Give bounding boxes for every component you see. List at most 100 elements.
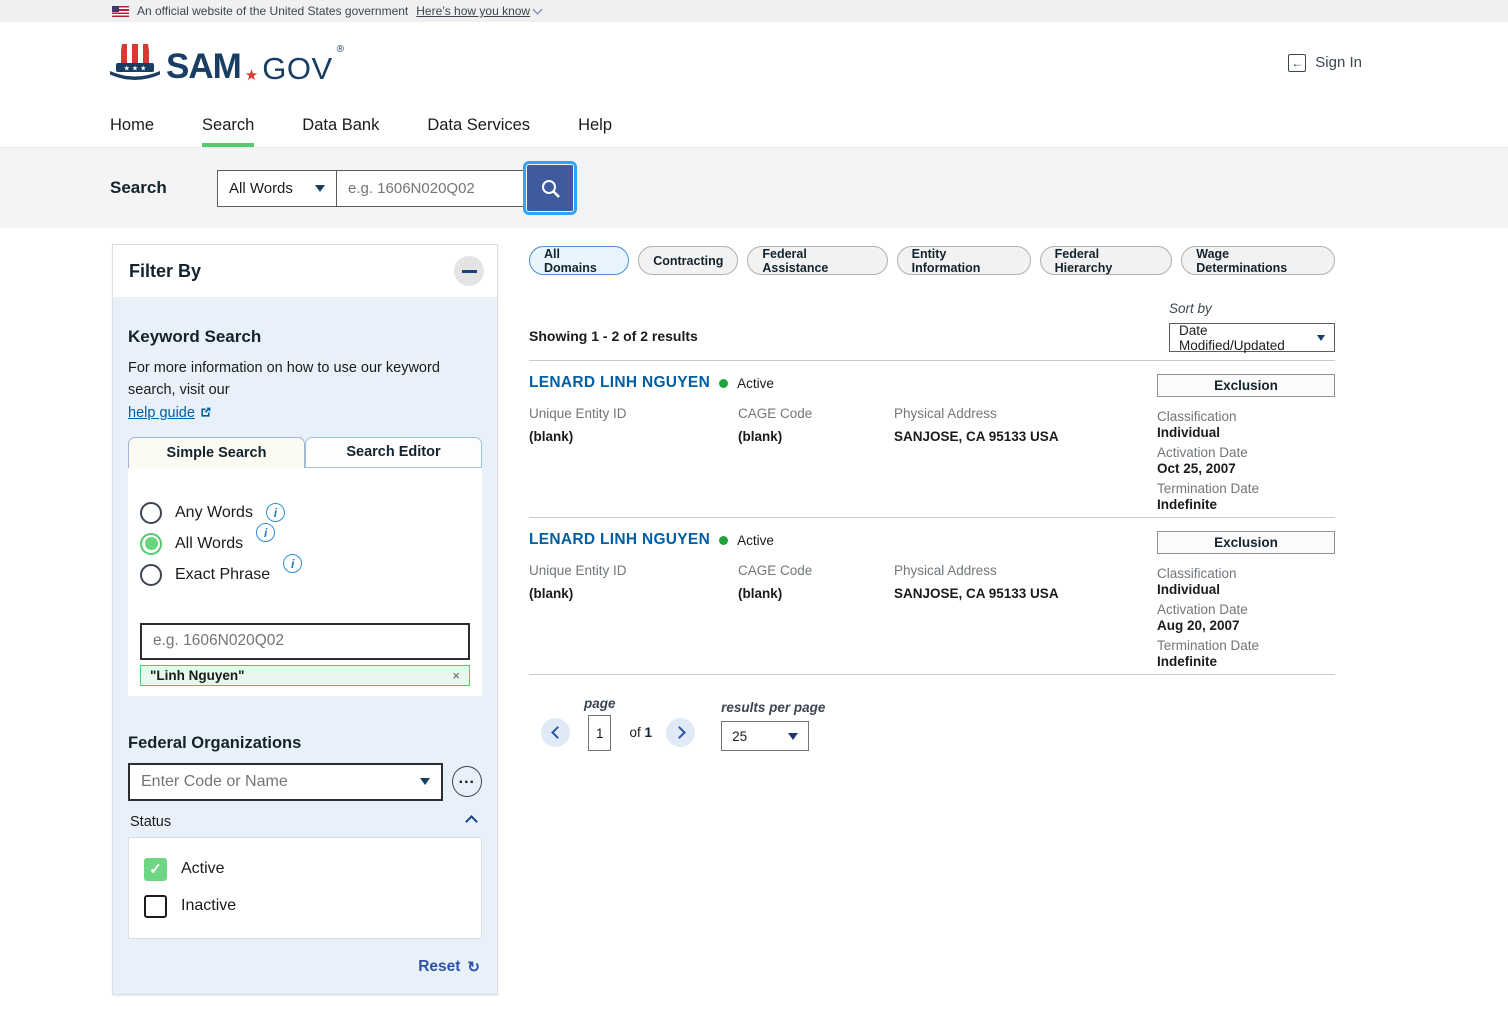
field-label: Termination Date: [1157, 481, 1335, 496]
result-main: LENARD LINH NGUYEN Active Unique Entity …: [529, 374, 1157, 517]
previous-page-button[interactable]: [541, 718, 570, 747]
search-strip: Search All Words: [0, 148, 1508, 228]
chevron-down-icon: [420, 778, 430, 785]
applied-keyword-label: "Linh Nguyen": [150, 668, 245, 683]
chevron-right-icon: [673, 726, 686, 739]
checkbox-active[interactable]: Active: [129, 851, 481, 888]
help-guide-link[interactable]: help guide: [128, 405, 212, 421]
radio-checked-icon: [140, 533, 162, 555]
sign-in-icon: [1288, 54, 1306, 72]
result-status-label: Active: [737, 533, 774, 548]
field-label: Physical Address: [894, 563, 1137, 578]
results-per-page-select[interactable]: 25: [721, 721, 809, 751]
results-list: LENARD LINH NGUYEN Active Unique Entity …: [529, 360, 1335, 675]
search-mode-select[interactable]: All Words: [217, 170, 337, 207]
federal-organizations-heading: Federal Organizations: [128, 734, 482, 753]
search-button[interactable]: [527, 165, 573, 211]
pill-federal-assistance[interactable]: Federal Assistance: [747, 246, 887, 275]
field-label: Activation Date: [1157, 445, 1335, 460]
field-label: CAGE Code: [738, 406, 894, 421]
result-title-link[interactable]: LENARD LINH NGUYEN: [529, 374, 710, 392]
checkbox-inactive[interactable]: Inactive: [129, 888, 481, 925]
total-pages: 1: [645, 725, 653, 740]
filter-collapse-button[interactable]: [454, 256, 484, 286]
status-label: Status: [130, 814, 171, 830]
status-section-header: Status: [128, 814, 482, 837]
result-title-link[interactable]: LENARD LINH NGUYEN: [529, 531, 710, 549]
logo-text-gov: GOV: [262, 53, 332, 84]
radio-any-words[interactable]: Any Words: [140, 502, 470, 524]
nav-item-help[interactable]: Help: [578, 103, 612, 147]
sign-in-button[interactable]: Sign In: [1288, 54, 1362, 72]
status-options-box: Active Inactive: [128, 837, 482, 939]
filter-panel: Filter By Keyword Search For more inform…: [112, 244, 498, 995]
field-termination-date: Termination Date Indefinite: [1157, 638, 1335, 669]
pill-all-domains[interactable]: All Domains: [529, 246, 629, 275]
pill-wage-determinations[interactable]: Wage Determinations: [1181, 246, 1335, 275]
info-icon[interactable]: [266, 503, 285, 522]
radio-icon: [140, 564, 162, 586]
of-label: of: [630, 725, 641, 740]
main-content: Filter By Keyword Search For more inform…: [0, 228, 1508, 1035]
radio-exact-phrase[interactable]: Exact Phrase: [140, 564, 470, 586]
radio-any-words-label: Any Words: [175, 504, 253, 522]
field-value: (blank): [738, 429, 894, 444]
results-per-page-group: results per page 25: [721, 700, 825, 751]
search-input[interactable]: [337, 170, 524, 207]
pill-entity-information[interactable]: Entity Information: [897, 246, 1031, 275]
banner-link[interactable]: Here’s how you know: [416, 4, 541, 18]
info-icon[interactable]: [283, 554, 302, 573]
nav-item-search[interactable]: Search: [202, 103, 254, 147]
results-count: Showing 1 - 2 of 2 results: [529, 328, 698, 352]
tab-simple-search[interactable]: Simple Search: [128, 437, 305, 468]
search-strip-label: Search: [110, 178, 217, 198]
field-value: Oct 25, 2007: [1157, 461, 1335, 476]
nav-item-data-services[interactable]: Data Services: [427, 103, 530, 147]
nav-item-home[interactable]: Home: [110, 103, 154, 147]
checkbox-icon: [144, 895, 167, 918]
field-label: Unique Entity ID: [529, 406, 738, 421]
federal-org-more-button[interactable]: [452, 766, 482, 797]
keyword-input[interactable]: [140, 623, 470, 660]
federal-organizations-row: Enter Code or Name: [128, 763, 482, 801]
sam-logo[interactable]: ★ ★ ★ SAM GOV ®: [108, 42, 344, 84]
star-icon: [245, 68, 258, 84]
field-value: Individual: [1157, 425, 1335, 440]
tab-search-editor[interactable]: Search Editor: [305, 437, 482, 468]
field-value: SANJOSE, CA 95133 USA: [894, 429, 1137, 444]
federal-org-placeholder: Enter Code or Name: [141, 773, 288, 791]
result-side: Exclusion Classification Individual Acti…: [1157, 374, 1335, 517]
banner-link-label: Here’s how you know: [416, 4, 530, 18]
chevron-down-icon: [1317, 335, 1325, 341]
sort-select[interactable]: Date Modified/Updated: [1169, 323, 1335, 352]
result-card: LENARD LINH NGUYEN Active Unique Entity …: [529, 361, 1335, 518]
status-dot-icon: [719, 379, 728, 388]
chevron-up-icon[interactable]: [465, 816, 478, 829]
sign-in-label: Sign In: [1315, 54, 1362, 71]
info-icon[interactable]: [256, 523, 275, 542]
result-fields: Unique Entity ID (blank) CAGE Code (blan…: [529, 563, 1137, 601]
field-label: CAGE Code: [738, 563, 894, 578]
federal-org-combobox[interactable]: Enter Code or Name: [128, 763, 443, 801]
next-page-button[interactable]: [666, 718, 695, 747]
exclusion-badge: Exclusion: [1157, 374, 1335, 397]
page-number-input[interactable]: [588, 715, 611, 751]
field-value: Individual: [1157, 582, 1335, 597]
field-cage: CAGE Code (blank): [738, 563, 894, 601]
chevron-down-icon: [533, 5, 543, 15]
pill-federal-hierarchy[interactable]: Federal Hierarchy: [1040, 246, 1173, 275]
nav-item-data-bank[interactable]: Data Bank: [302, 103, 379, 147]
banner-text: An official website of the United States…: [137, 4, 408, 18]
reset-button[interactable]: Reset: [128, 958, 482, 976]
pill-contracting[interactable]: Contracting: [638, 246, 738, 275]
field-value: Aug 20, 2007: [1157, 618, 1335, 633]
field-value: (blank): [529, 586, 738, 601]
result-title-row: LENARD LINH NGUYEN Active: [529, 531, 1137, 549]
close-icon[interactable]: [452, 668, 460, 683]
field-label: Unique Entity ID: [529, 563, 738, 578]
filter-title: Filter By: [129, 261, 201, 282]
radio-all-words[interactable]: All Words: [140, 533, 470, 555]
main-nav: Home Search Data Bank Data Services Help: [0, 103, 1508, 148]
external-link-icon: [199, 406, 212, 419]
field-value: Indefinite: [1157, 497, 1335, 512]
